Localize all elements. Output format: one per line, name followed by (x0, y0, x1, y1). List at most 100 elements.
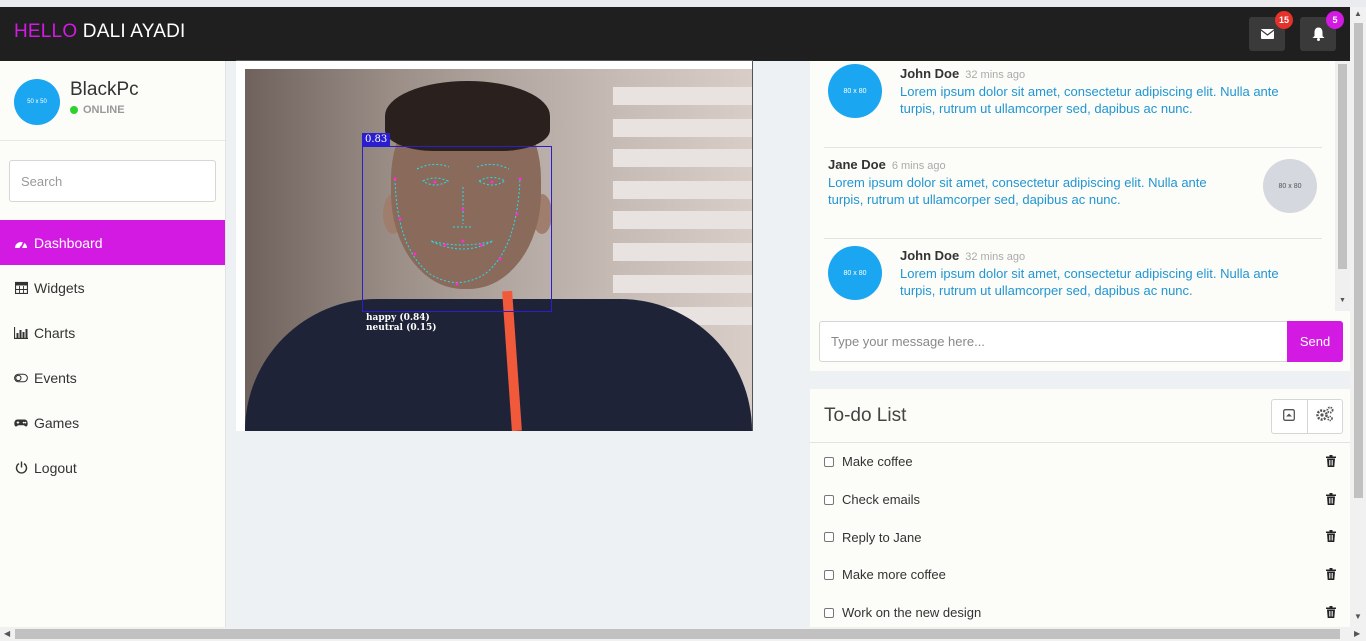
todo-label: Work on the new design (842, 605, 982, 621)
todo-panel: To-do List Make coffee Check emails Repl… (810, 389, 1350, 627)
notifications-badge: 5 (1326, 11, 1344, 29)
chat-author: John Doe 32 mins ago (900, 66, 1025, 81)
send-button[interactable]: Send (1287, 321, 1343, 362)
todo-label: Check emails (842, 492, 921, 508)
avatar: 80 x 80 (828, 64, 882, 118)
message-time: 32 mins ago (965, 69, 1026, 81)
emotion-label: neutral (0.15) (366, 323, 437, 333)
bar-chart-icon (14, 326, 28, 340)
sidebar-nav: Dashboard Widgets Charts Events Games Lo… (0, 220, 225, 490)
chat-messages: 80 x 80 John Doe 32 mins ago Lorem ipsum … (810, 61, 1335, 311)
todo-checkbox[interactable] (824, 532, 834, 543)
trash-icon[interactable] (1326, 492, 1336, 508)
messages-button[interactable]: 15 (1249, 11, 1293, 51)
sidebar-item-label: Charts (34, 324, 76, 341)
todo-toolbar (1271, 399, 1343, 434)
chat-message-input[interactable] (819, 321, 1288, 362)
todo-item: Make coffee (810, 443, 1350, 481)
trash-icon[interactable] (1326, 605, 1336, 621)
webcam-panel: 0.83 happy (0.84) neutral (0.15) (236, 60, 753, 431)
todo-title: To-do List (824, 405, 907, 426)
trash-icon[interactable] (1326, 568, 1336, 583)
todo-checkbox[interactable] (824, 569, 834, 580)
todo-checkbox[interactable] (824, 456, 834, 467)
emotion-labels: happy (0.84) neutral (0.15) (366, 313, 437, 333)
todo-item: Reply to Jane (810, 518, 1350, 556)
emotion-label: happy (0.84) (366, 313, 430, 323)
chevron-up-icon[interactable]: ▲ (1354, 9, 1362, 18)
sidebar-item-label: Games (34, 414, 80, 431)
todo-checkbox[interactable] (824, 494, 834, 505)
messages-badge: 15 (1274, 11, 1293, 29)
webcam-feed[interactable]: 0.83 happy (0.84) neutral (0.15) (245, 69, 752, 431)
page-horizontal-scrollbar[interactable]: ◀ ▶ (0, 627, 1366, 641)
greeting-text: HELLO (14, 21, 78, 42)
window-top-strip (0, 0, 1366, 7)
search-input[interactable] (9, 160, 216, 202)
user-name-text: DALI AYADI (82, 21, 186, 42)
todo-item: Check emails (810, 481, 1350, 519)
chat-scrollbar-thumb[interactable] (1338, 64, 1347, 269)
vertical-scrollbar-thumb[interactable] (1354, 23, 1363, 498)
notifications-button[interactable]: 5 (1300, 11, 1344, 51)
horizontal-scrollbar-thumb[interactable] (15, 629, 1340, 639)
power-icon (14, 461, 28, 475)
chat-author: John Doe 32 mins ago (900, 248, 1025, 263)
envelope-icon (1260, 29, 1274, 39)
calendar-icon (14, 281, 28, 295)
todo-checkbox[interactable] (824, 607, 834, 618)
chat-message: 80 x 80 John Doe 32 mins ago Lorem ipsum … (824, 240, 1322, 311)
collapse-icon (1283, 408, 1296, 426)
settings-button[interactable] (1306, 400, 1342, 433)
sidebar-item-label: Widgets (34, 279, 85, 296)
avatar: 80 x 80 (828, 246, 882, 300)
chat-message: 80 x 80 John Doe 32 mins ago Lorem ipsum … (824, 61, 1322, 148)
top-navbar: HELLO DALI AYADI 15 5 (0, 7, 1366, 61)
chevron-down-icon[interactable]: ▼ (1354, 612, 1362, 621)
status-text: ONLINE (83, 104, 125, 116)
todo-item: Make more coffee (810, 556, 1350, 594)
author-name: John Doe (900, 248, 960, 263)
sidebar-item-label: Events (34, 369, 77, 386)
detection-confidence: 0.83 (362, 133, 391, 146)
message-text: Lorem ipsum dolor sit amet, consectetur … (828, 175, 1207, 207)
message-text: Lorem ipsum dolor sit amet, consectetur … (900, 266, 1279, 298)
dashboard-icon (14, 236, 28, 250)
sidebar-item-label: Dashboard (34, 234, 103, 251)
online-dot-icon (70, 106, 78, 114)
todo-label: Make more coffee (842, 567, 946, 583)
collapse-button[interactable] (1272, 400, 1307, 433)
toggle-icon (14, 371, 28, 385)
profile-name: BlackPc (70, 79, 139, 100)
sidebar-item-charts[interactable]: Charts (0, 310, 225, 355)
face-detection-box (362, 146, 552, 312)
chat-message: 80 x 80 Jane Doe 6 mins ago Lorem ipsum d… (824, 149, 1322, 239)
todo-label: Reply to Jane (842, 529, 922, 545)
page-vertical-scrollbar[interactable]: ▲ ▼ (1350, 7, 1366, 627)
sidebar-item-label: Logout (34, 459, 77, 476)
brand-greeting: HELLO DALI AYADI (14, 21, 185, 43)
sidebar-item-widgets[interactable]: Widgets (0, 265, 225, 310)
trash-icon[interactable] (1326, 530, 1336, 545)
bell-icon (1312, 27, 1325, 41)
sidebar-item-logout[interactable]: Logout (0, 445, 225, 490)
message-text: Lorem ipsum dolor sit amet, consectetur … (900, 84, 1279, 116)
message-time: 32 mins ago (965, 251, 1026, 263)
sidebar-item-dashboard[interactable]: Dashboard (0, 220, 225, 265)
trash-icon[interactable] (1326, 455, 1336, 470)
gear-icon (1315, 406, 1335, 427)
chat-scrollbar[interactable]: ▼ (1335, 61, 1350, 311)
right-panel: 80 x 80 John Doe 32 mins ago Lorem ipsum … (810, 61, 1350, 627)
todo-item: Work on the new design (810, 594, 1350, 632)
sidebar: 50 x 50 BlackPc ONLINE Dashboard Widgets… (0, 61, 226, 627)
chevron-down-icon[interactable]: ▼ (1339, 297, 1346, 304)
chevron-right-icon[interactable]: ▶ (1354, 629, 1360, 638)
chat-author: Jane Doe 6 mins ago (828, 157, 946, 172)
todo-label: Make coffee (842, 454, 913, 470)
avatar[interactable]: 50 x 50 (14, 79, 60, 125)
chevron-left-icon[interactable]: ◀ (4, 629, 10, 638)
status-badge: ONLINE (70, 104, 125, 116)
sidebar-item-events[interactable]: Events (0, 355, 225, 400)
user-profile: 50 x 50 BlackPc ONLINE (0, 61, 225, 141)
sidebar-item-games[interactable]: Games (0, 400, 225, 445)
